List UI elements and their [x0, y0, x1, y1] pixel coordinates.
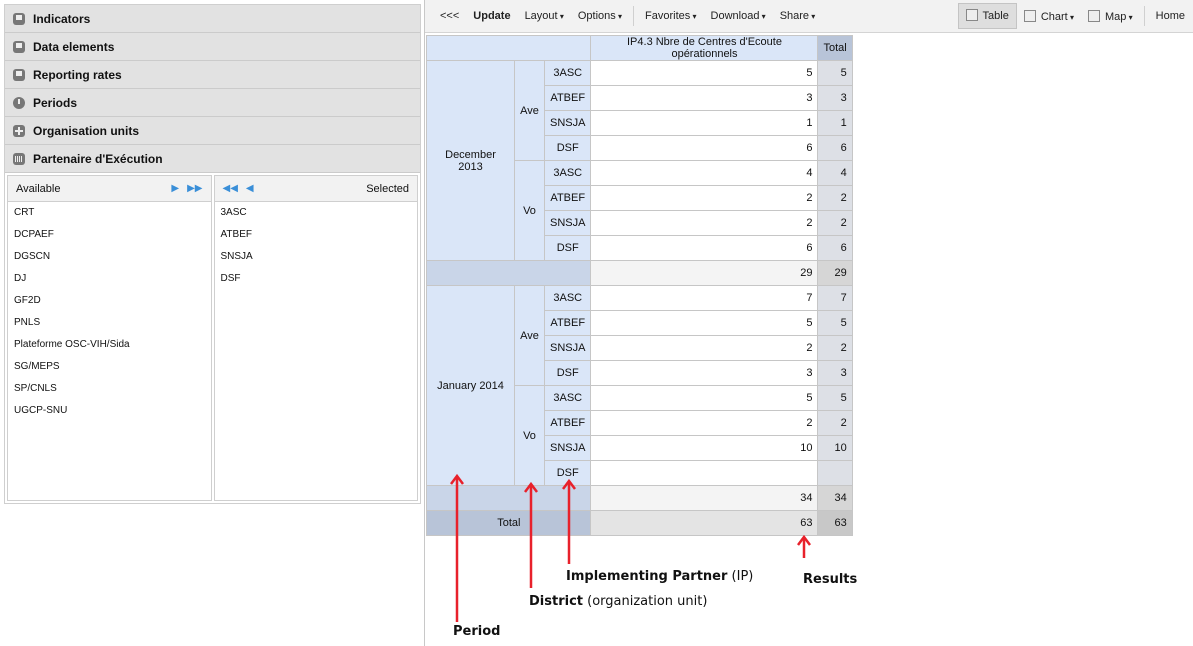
- annotation-arrows: [450, 473, 811, 622]
- period-annotation: Period: [453, 624, 501, 639]
- arrow: [797, 534, 811, 558]
- district-annotation: District (organization unit): [529, 594, 708, 609]
- results-annotation: Results: [803, 572, 858, 587]
- arrow: [450, 473, 464, 622]
- arrow: [524, 481, 538, 588]
- arrow: [562, 478, 576, 564]
- ip-annotation: Implementing Partner (IP): [566, 569, 754, 584]
